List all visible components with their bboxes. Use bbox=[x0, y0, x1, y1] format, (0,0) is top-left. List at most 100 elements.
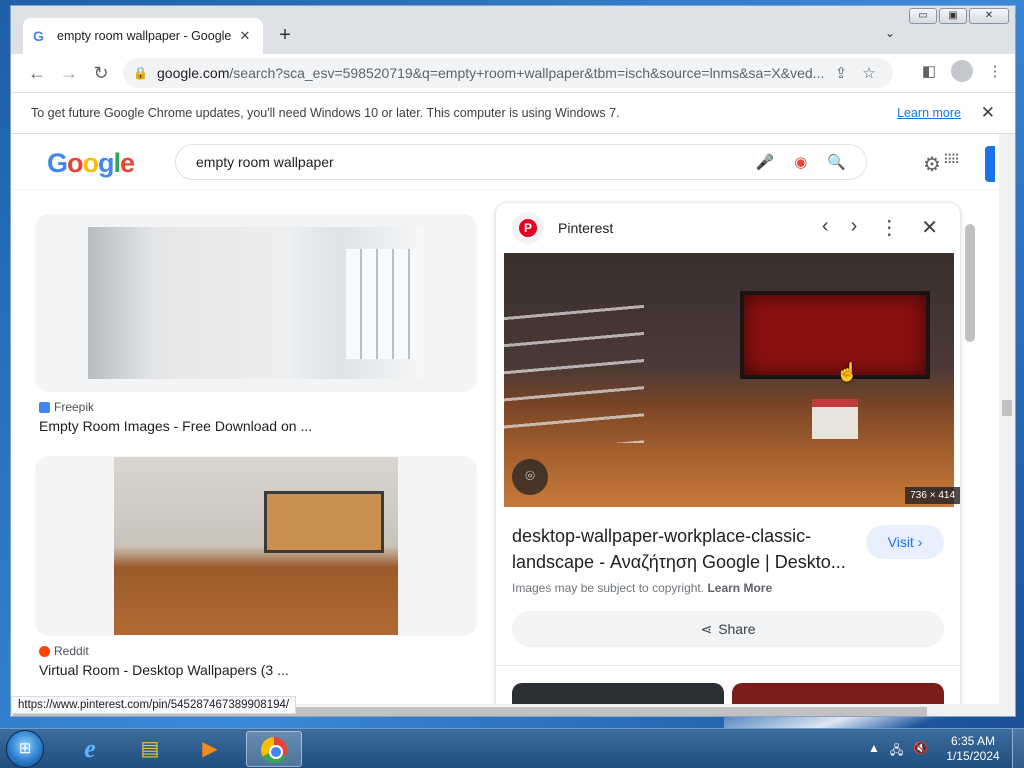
reload-icon[interactable]: ↻ bbox=[85, 63, 117, 84]
chrome-taskbar-button[interactable] bbox=[246, 731, 302, 767]
image-dimensions-badge: 736 × 414 bbox=[905, 487, 960, 504]
show-desktop-button[interactable] bbox=[1012, 729, 1024, 768]
share-label: Share bbox=[718, 621, 756, 637]
infobar-message: To get future Google Chrome updates, you… bbox=[31, 106, 620, 120]
browser-tab[interactable]: G empty room wallpaper - Google ✕ bbox=[23, 18, 263, 54]
preview-red-board bbox=[740, 291, 930, 379]
chrome-icon bbox=[261, 737, 287, 763]
title-bar: G empty room wallpaper - Google ✕ + ⌄ ▭ … bbox=[11, 6, 1015, 54]
search-box-icons: 🎤 ◉ 🔍 bbox=[756, 153, 846, 171]
back-arrow-icon[interactable]: ← bbox=[21, 63, 53, 84]
microphone-icon[interactable]: 🎤 bbox=[756, 153, 775, 171]
infobar-learn-more-link[interactable]: Learn more bbox=[897, 106, 961, 120]
more-options-icon[interactable]: ⋮ bbox=[879, 215, 899, 240]
pinterest-logo-icon: P bbox=[512, 212, 544, 244]
image-result[interactable]: Freepik Empty Room Images - Free Downloa… bbox=[35, 214, 477, 434]
window-controls: ▭ ▣ ✕ bbox=[909, 8, 1009, 24]
start-button[interactable]: ⊞ bbox=[6, 730, 44, 768]
minimize-button[interactable]: ▭ bbox=[909, 8, 937, 24]
tray-arrow-icon[interactable]: ▲ bbox=[868, 741, 880, 762]
result-source: Freepik bbox=[35, 400, 477, 414]
thumbnail-corkboard bbox=[264, 491, 384, 553]
forward-arrow-icon[interactable]: → bbox=[53, 63, 85, 84]
result-thumbnail-frame[interactable] bbox=[35, 214, 477, 392]
preview-image[interactable]: ⌾ 736 × 414 bbox=[504, 253, 960, 507]
copyright-notice: Images may be subject to copyright. Lear… bbox=[512, 581, 772, 595]
virtual-room-thumbnail[interactable] bbox=[114, 457, 398, 635]
address-bar[interactable]: 🔒 google.com/search?sca_esv=598520719&q=… bbox=[123, 58, 893, 88]
new-tab-button[interactable]: + bbox=[273, 24, 297, 48]
preview-shelves bbox=[504, 293, 644, 443]
panel-controls: ‹ › ⋮ ✕ bbox=[822, 215, 938, 240]
panel-close-icon[interactable]: ✕ bbox=[921, 215, 938, 240]
settings-gear-icon[interactable]: ⚙ bbox=[923, 152, 941, 177]
url-host: google.com bbox=[157, 65, 230, 81]
preview-title[interactable]: desktop-wallpaper-workplace-classic-land… bbox=[512, 523, 852, 575]
clock-date: 1/15/2024 bbox=[946, 749, 1000, 763]
file-explorer-icon[interactable]: ▤ bbox=[122, 731, 178, 767]
reddit-favicon-icon bbox=[39, 645, 50, 657]
hand-cursor-icon: ☝ bbox=[836, 362, 859, 382]
restore-button[interactable]: ▣ bbox=[939, 8, 967, 24]
profile-avatar[interactable] bbox=[951, 60, 973, 82]
url-path: /search?sca_esv=598520719&q=empty+room+w… bbox=[229, 65, 825, 81]
image-result[interactable]: Reddit Virtual Room - Desktop Wallpapers… bbox=[35, 456, 477, 678]
google-header: Google empty room wallpaper 🎤 ◉ 🔍 ⚙ ⠿⠿ bbox=[11, 134, 1015, 190]
search-icon[interactable]: 🔍 bbox=[827, 153, 846, 171]
network-icon[interactable]: 🖧 bbox=[890, 741, 903, 762]
result-source-name: Reddit bbox=[54, 644, 89, 658]
share-page-icon[interactable]: ⇪ bbox=[827, 64, 855, 82]
visit-button[interactable]: Visit › bbox=[866, 525, 944, 559]
update-infobar: To get future Google Chrome updates, you… bbox=[11, 92, 1015, 134]
result-thumbnail-frame[interactable] bbox=[35, 456, 477, 636]
sign-in-button[interactable] bbox=[985, 146, 995, 182]
tab-title: empty room wallpaper - Google bbox=[57, 29, 232, 43]
previous-chevron-icon[interactable]: ‹ bbox=[822, 215, 829, 240]
share-button[interactable]: ⋖ Share bbox=[512, 611, 944, 647]
page-content: Google empty room wallpaper 🎤 ◉ 🔍 ⚙ ⠿⠿ F… bbox=[11, 134, 1015, 716]
status-bar-url: https://www.pinterest.com/pin/5452874673… bbox=[11, 696, 297, 714]
google-doodle-logo[interactable]: Google bbox=[47, 148, 135, 179]
windows-taskbar: ⊞ e ▤ ▶ ▲ 🖧 🔇 6:35 AM 1/15/2024 bbox=[0, 728, 1024, 768]
result-title[interactable]: Empty Room Images - Free Download on ... bbox=[35, 418, 477, 434]
system-tray: ▲ 🖧 🔇 bbox=[868, 741, 928, 762]
window-close-button[interactable]: ✕ bbox=[969, 8, 1009, 24]
search-query: empty room wallpaper bbox=[196, 154, 334, 170]
bookmark-star-icon[interactable]: ☆ bbox=[855, 64, 883, 82]
menu-kebab-icon[interactable]: ⋮ bbox=[983, 62, 1007, 80]
copyright-learn-more-link[interactable]: Learn More bbox=[707, 581, 772, 595]
panel-header: P Pinterest ‹ › ⋮ ✕ bbox=[496, 203, 960, 253]
result-source-name: Freepik bbox=[54, 400, 95, 414]
url-text[interactable]: google.com/search?sca_esv=598520719&q=em… bbox=[157, 65, 827, 81]
google-apps-grid-icon[interactable]: ⠿⠿ bbox=[943, 152, 960, 168]
page-vertical-scrollbar[interactable] bbox=[999, 134, 1015, 716]
volume-muted-icon[interactable]: 🔇 bbox=[913, 741, 928, 762]
empty-room-thumbnail[interactable] bbox=[88, 227, 424, 379]
panel-source-name[interactable]: Pinterest bbox=[558, 220, 613, 236]
preview-desk bbox=[812, 399, 858, 439]
image-preview-panel: P Pinterest ‹ › ⋮ ✕ ⌾ 736 × 414 desktop-… bbox=[495, 202, 961, 716]
lock-icon[interactable]: 🔒 bbox=[133, 66, 148, 80]
google-lens-icon[interactable]: ◉ bbox=[794, 153, 807, 171]
panel-divider bbox=[496, 665, 960, 666]
toolbar-right: ◧ ⋮ bbox=[917, 60, 1007, 82]
page-scrollbar-thumb[interactable] bbox=[1002, 400, 1012, 416]
result-source: Reddit bbox=[35, 644, 477, 658]
lens-search-icon[interactable]: ⌾ bbox=[512, 459, 548, 495]
next-chevron-icon[interactable]: › bbox=[851, 215, 858, 240]
tab-close-icon[interactable]: ✕ bbox=[237, 28, 253, 44]
taskbar-clock[interactable]: 6:35 AM 1/15/2024 bbox=[942, 734, 1004, 764]
panel-scrollbar[interactable] bbox=[963, 210, 975, 700]
infobar-close-icon[interactable]: ✕ bbox=[981, 103, 995, 123]
google-favicon-icon: G bbox=[33, 28, 44, 44]
internet-explorer-icon[interactable]: e bbox=[62, 731, 118, 767]
panel-scrollbar-thumb[interactable] bbox=[965, 224, 975, 342]
copyright-text: Images may be subject to copyright. bbox=[512, 581, 705, 595]
browser-toolbar: ← → ↻ 🔒 google.com/search?sca_esv=598520… bbox=[11, 54, 1015, 92]
pinterest-glyph: P bbox=[519, 219, 537, 237]
search-input[interactable]: empty room wallpaper 🎤 ◉ 🔍 bbox=[175, 144, 867, 180]
result-title[interactable]: Virtual Room - Desktop Wallpapers (3 ... bbox=[35, 662, 477, 678]
side-panel-icon[interactable]: ◧ bbox=[917, 62, 941, 80]
media-player-icon[interactable]: ▶ bbox=[182, 731, 238, 767]
tab-search-chevron-icon[interactable]: ⌄ bbox=[885, 26, 895, 40]
